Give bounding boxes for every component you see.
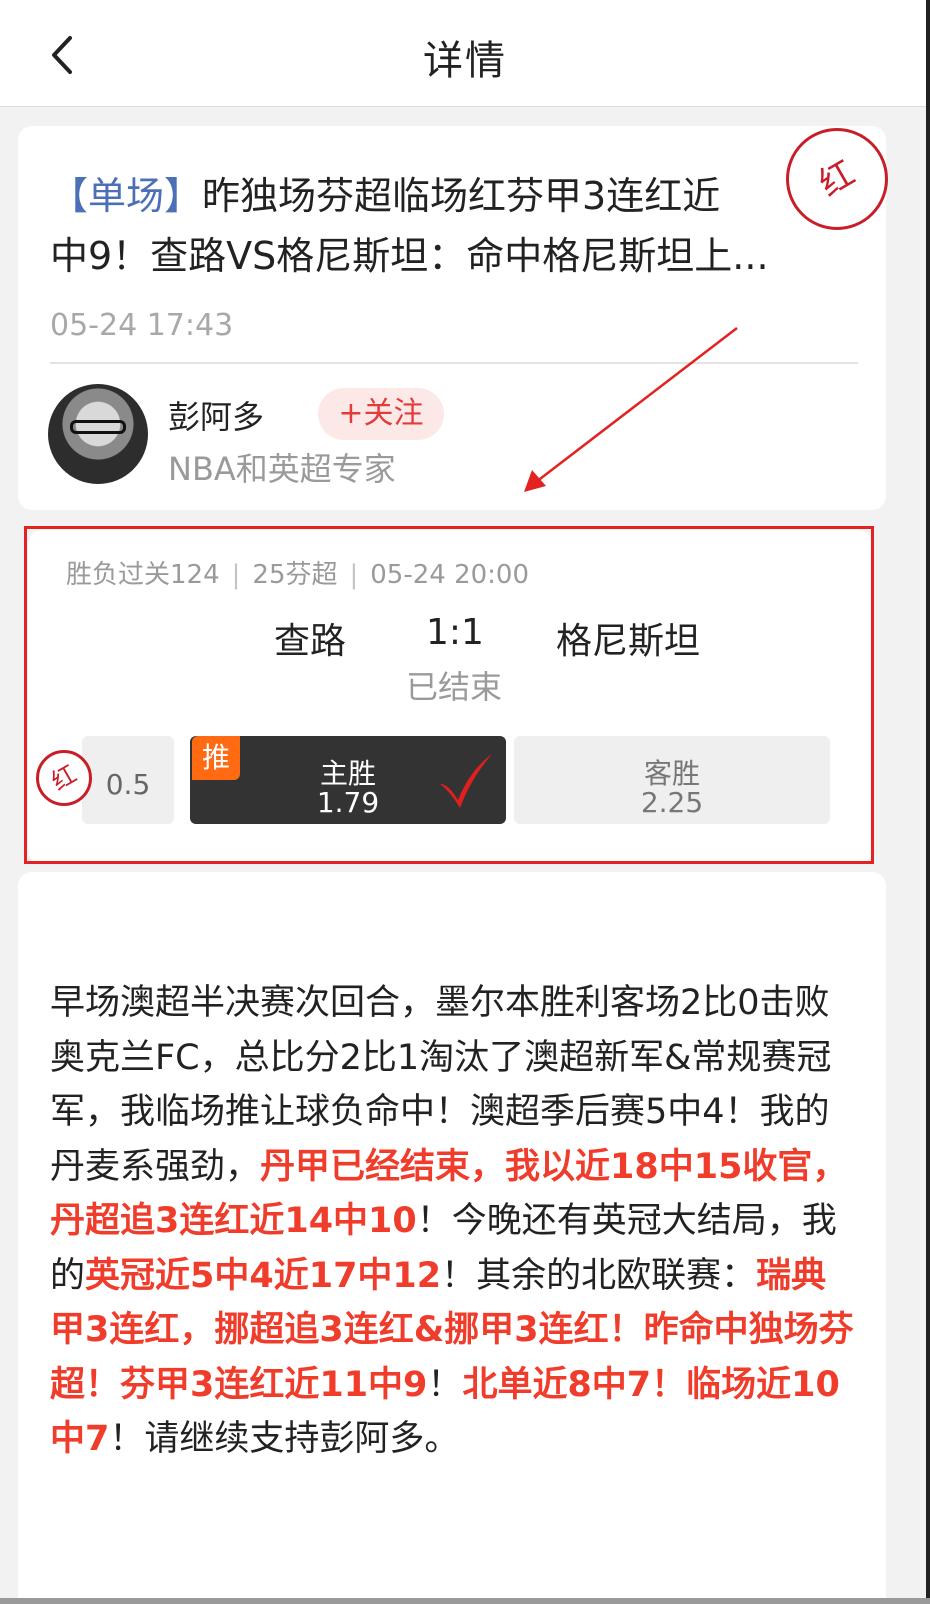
article-text: ！ [427, 1364, 463, 1405]
article-text: ！请继续支持彭阿多。 [109, 1419, 460, 1459]
match-status: 已结束 [405, 668, 502, 706]
follow-button[interactable]: +关注 [318, 388, 444, 440]
article-text: ！其余的北欧联赛： [441, 1255, 757, 1296]
post-title-line2: 中9！查路VS格尼斯坦：命中格尼斯坦上... [50, 234, 769, 278]
article-body: 早场澳超半决赛次回合，墨尔本胜利客场2比0击败奥克兰FC，总比分2比1淘汰了澳超… [50, 976, 860, 1467]
divider [50, 362, 858, 364]
post-header-card: 【单场】昨独场芬超临场红芬甲3连红近 中9！查路VS格尼斯坦：命中格尼斯坦上..… [18, 126, 886, 510]
kickoff-time: 05-24 20:00 [370, 560, 530, 590]
bottom-bar [0, 1598, 930, 1604]
handicap-red-stamp: 红 [36, 750, 92, 806]
post-title[interactable]: 【单场】昨独场芬超临场红芬甲3连红近 中9！查路VS格尼斯坦：命中格尼斯坦上..… [50, 166, 850, 286]
red-stamp: 红 [786, 128, 888, 230]
away-team: 格尼斯坦 [556, 621, 701, 662]
avatar[interactable] [48, 384, 148, 484]
handicap-cell[interactable]: 0.5 [82, 736, 174, 824]
screen-edge [926, 0, 930, 1604]
author-name[interactable]: 彭阿多 [168, 392, 264, 438]
away-win-option[interactable]: 客胜 2.25 [514, 736, 830, 824]
home-win-option[interactable]: 推 主胜 1.79 [190, 736, 506, 824]
league-label: 25芬超 [252, 560, 338, 590]
checkmark-icon [440, 754, 492, 808]
handicap-value: 0.5 [105, 768, 151, 801]
match-meta: 胜负过关124 | 25芬超 | 05-24 20:00 [66, 560, 530, 590]
article-highlight: 英冠近5中4近17中12 [85, 1255, 442, 1296]
match-card: 胜负过关124 | 25芬超 | 05-24 20:00 查路 1:1 格尼斯坦 已结束… [28, 530, 872, 864]
post-title-line1: 昨独场芬超临场红芬甲3连红近 [202, 174, 721, 218]
avatar-glasses [70, 420, 126, 434]
page-title: 详情 [423, 38, 507, 84]
post-time: 05-24 17:43 [50, 308, 234, 343]
away-win-odds: 2.25 [640, 786, 704, 819]
lottery-label: 胜负过关124 [66, 560, 220, 590]
author-title: NBA和英超专家 [168, 450, 396, 488]
article-card: 早场澳超半决赛次回合，墨尔本胜利客场2比0击败奥克兰FC，总比分2比1淘汰了澳超… [18, 872, 886, 1604]
match-score: 1:1 [426, 612, 484, 653]
home-team: 查路 [274, 621, 347, 662]
post-tag: 【单场】 [50, 174, 203, 218]
top-bar: 详情 [0, 0, 930, 107]
